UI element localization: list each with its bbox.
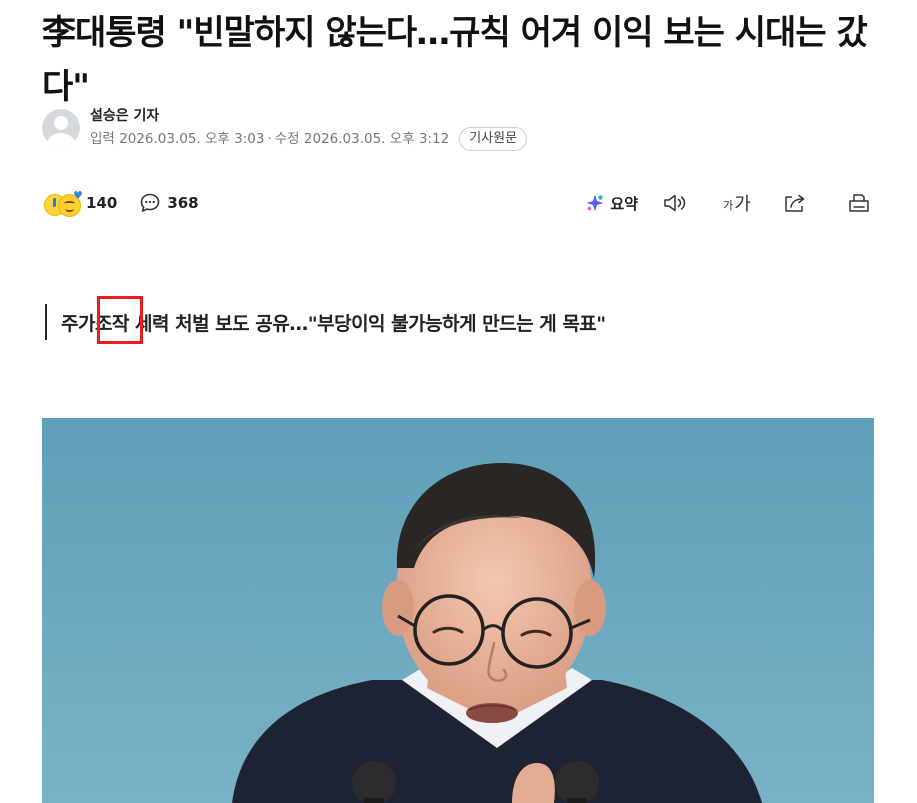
summary-button[interactable]: 요약 — [585, 188, 638, 218]
article-dates: 입력 2026.03.05. 오후 3:03 · 수정 2026.03.05. … — [90, 126, 528, 151]
photo-illustration — [42, 418, 874, 803]
reaction-count: 140 — [86, 194, 118, 212]
print-icon — [849, 194, 869, 212]
speech-bubble-icon — [141, 193, 160, 212]
byline-text: 설승은 기자 입력 2026.03.05. 오후 3:03 · 수정 2026.… — [90, 106, 528, 151]
article-headline: 李대통령 "빈말하지 않는다…규칙 어겨 이익 보는 시대는 갔다" — [42, 13, 868, 107]
article-toolbar: ♥ 140 368 요약 가가 — [42, 186, 874, 220]
heart-icon: ♥ — [73, 189, 83, 202]
comment-button[interactable]: 368 — [139, 192, 199, 214]
date-separator: · — [267, 130, 272, 147]
published-date: 입력 2026.03.05. 오후 3:03 — [90, 130, 265, 147]
comment-count: 368 — [167, 194, 199, 212]
original-article-button[interactable]: 기사원문 — [459, 126, 528, 151]
share-button[interactable] — [780, 188, 810, 218]
ai-sparkle-icon — [586, 194, 604, 212]
font-size-large-glyph: 가 — [734, 194, 751, 215]
font-size-small-glyph: 가 — [723, 199, 734, 212]
article-photo[interactable] — [42, 418, 874, 803]
text-to-speech-button[interactable] — [660, 188, 690, 218]
modified-date: 수정 2026.03.05. 오후 3:12 — [274, 130, 450, 147]
reporter-name[interactable]: 설승은 기자 — [90, 106, 527, 126]
avatar-head-shape — [54, 116, 68, 130]
reaction-emoji-icon: ♥ — [42, 189, 86, 217]
highlight-box — [97, 296, 143, 344]
share-icon — [785, 194, 805, 212]
avatar-body-shape — [47, 133, 75, 147]
reaction-button[interactable]: ♥ 140 — [42, 189, 117, 217]
reporter-avatar[interactable] — [42, 109, 80, 147]
speaker-icon — [664, 194, 686, 212]
print-button[interactable] — [844, 188, 874, 218]
summary-label: 요약 — [610, 194, 638, 213]
byline: 설승은 기자 입력 2026.03.05. 오후 3:03 · 수정 2026.… — [42, 106, 528, 151]
font-size-button[interactable]: 가가 — [720, 188, 754, 218]
